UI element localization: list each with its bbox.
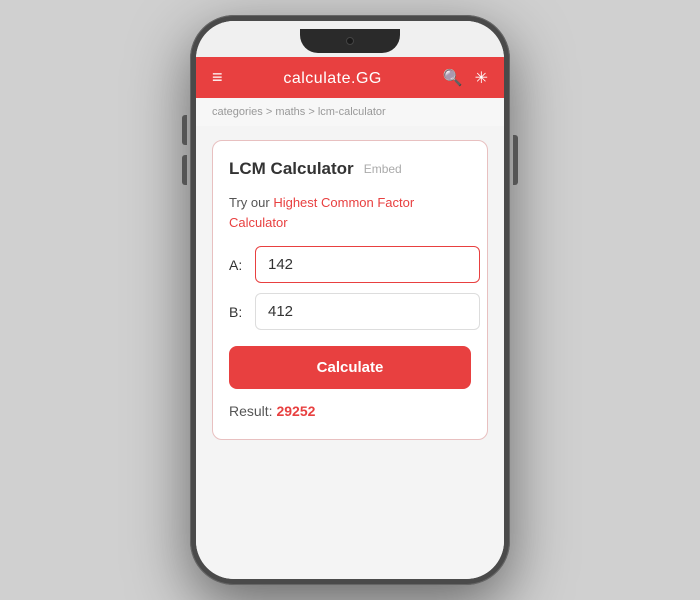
camera-dot (346, 37, 354, 45)
header-icons: 🔍 ✳ (443, 68, 488, 88)
result-row: Result: 29252 (229, 403, 471, 419)
input-a[interactable] (255, 246, 480, 283)
notch-bar (196, 21, 504, 57)
hcf-text-before: Try our (229, 195, 273, 210)
menu-icon[interactable]: ≡ (212, 67, 223, 88)
label-a: A: (229, 257, 247, 273)
calculator-card: LCM Calculator Embed Try our Highest Com… (212, 140, 488, 440)
label-b: B: (229, 304, 247, 320)
app-header: ≡ calculate.GG 🔍 ✳ (196, 57, 504, 98)
breadcrumb-lcm[interactable]: lcm-calculator (318, 106, 386, 118)
phone-frame: ≡ calculate.GG 🔍 ✳ categories > maths > … (190, 15, 510, 585)
logo-text-accent: GG (356, 70, 382, 87)
breadcrumb: categories > maths > lcm-calculator (196, 98, 504, 126)
side-button-volume-down (182, 155, 187, 185)
input-row-a: A: (229, 246, 471, 283)
result-value: 29252 (276, 403, 315, 419)
app-logo: calculate.GG (283, 67, 381, 88)
calculate-button[interactable]: Calculate (229, 346, 471, 389)
input-row-b: B: (229, 293, 471, 330)
calculator-title: LCM Calculator (229, 159, 354, 179)
logo-text-main: calculate. (283, 70, 356, 87)
phone-screen: ≡ calculate.GG 🔍 ✳ categories > maths > … (196, 21, 504, 579)
main-content: LCM Calculator Embed Try our Highest Com… (196, 126, 504, 579)
notch (300, 29, 400, 53)
embed-badge[interactable]: Embed (364, 162, 402, 176)
result-label: Result: (229, 403, 276, 419)
hcf-promo: Try our Highest Common Factor Calculator (229, 193, 471, 232)
side-button-volume-up (182, 115, 187, 145)
breadcrumb-sep1: > (263, 106, 276, 118)
input-b[interactable] (255, 293, 480, 330)
breadcrumb-sep2: > (305, 106, 318, 118)
side-button-power (513, 135, 518, 185)
card-header: LCM Calculator Embed (229, 159, 471, 179)
theme-icon[interactable]: ✳ (475, 68, 488, 88)
search-icon[interactable]: 🔍 (443, 68, 463, 88)
breadcrumb-maths[interactable]: maths (275, 106, 305, 118)
breadcrumb-categories[interactable]: categories (212, 106, 263, 118)
